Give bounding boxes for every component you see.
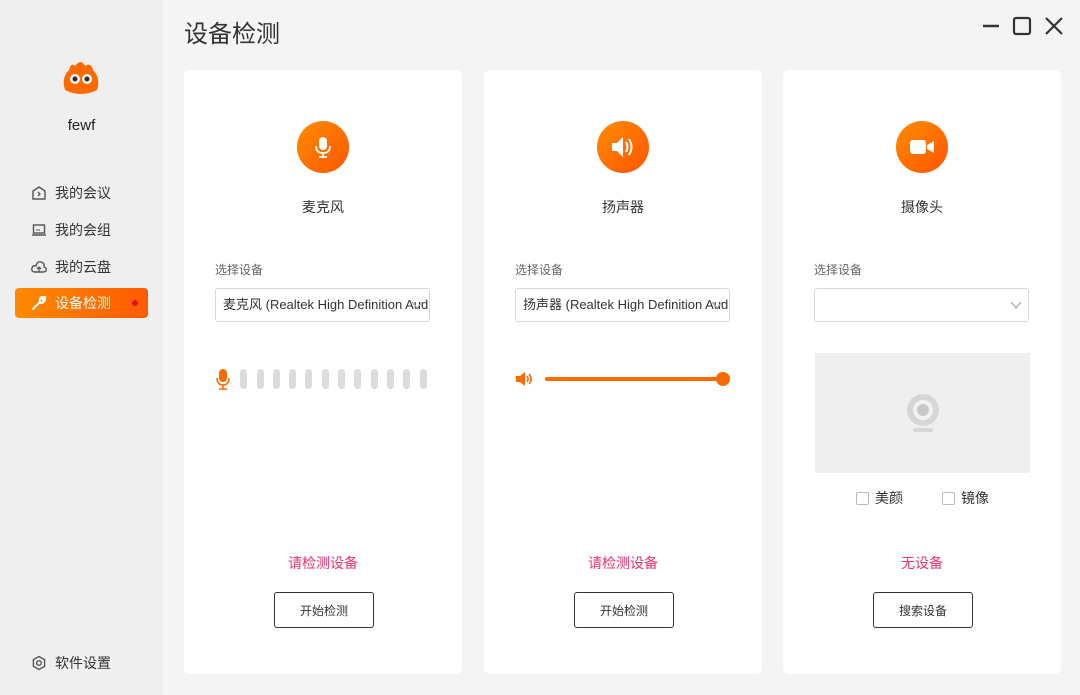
user-name: fewf xyxy=(0,117,163,134)
speaker-card: 扬声器 选择设备 扬声器 (Realtek High Definition Au… xyxy=(484,70,762,674)
speaker-select[interactable]: 扬声器 (Realtek High Definition Audio) xyxy=(515,288,730,322)
card-title: 麦克风 xyxy=(184,197,462,217)
meeting-icon xyxy=(31,185,47,201)
sidebar-item-label: 设备检测 xyxy=(55,293,111,313)
level-bar xyxy=(240,369,247,389)
volume-handle[interactable] xyxy=(716,372,730,386)
camera-select[interactable] xyxy=(814,288,1029,322)
sidebar-item-groups[interactable]: 我的会组 xyxy=(15,215,148,245)
start-speaker-test-button[interactable]: 开始检测 xyxy=(574,592,674,628)
sidebar-item-label: 软件设置 xyxy=(55,653,111,673)
status-text: 请检测设备 xyxy=(484,553,762,573)
level-bar xyxy=(403,369,410,389)
camera-icon xyxy=(896,121,948,173)
sidebar-item-label: 我的云盘 xyxy=(55,257,111,277)
sidebar-item-label: 我的会议 xyxy=(55,183,111,203)
level-bar xyxy=(257,369,264,389)
level-bar xyxy=(371,369,378,389)
chevron-down-icon xyxy=(711,299,723,311)
level-bar xyxy=(354,369,361,389)
cloud-upload-icon xyxy=(31,259,47,275)
minimize-button[interactable] xyxy=(979,14,1003,38)
start-mic-test-button[interactable]: 开始检测 xyxy=(274,592,374,628)
mic-level-meter xyxy=(215,368,427,390)
sidebar-item-label: 我的会组 xyxy=(55,220,111,240)
notification-dot xyxy=(132,300,138,306)
sidebar-item-settings[interactable]: 软件设置 xyxy=(15,648,148,678)
speaker-icon xyxy=(597,121,649,173)
gear-icon xyxy=(31,655,47,671)
status-text: 无设备 xyxy=(783,553,1061,573)
level-bar xyxy=(420,369,427,389)
microphone-select[interactable]: 麦克风 (Realtek High Definition Audio) xyxy=(215,288,430,322)
mic-small-icon xyxy=(215,368,231,390)
volume-slider[interactable] xyxy=(545,377,723,381)
checkbox-box[interactable] xyxy=(856,492,869,505)
page-title: 设备检测 xyxy=(184,14,280,49)
sidebar-item-device-check[interactable]: 设备检测 xyxy=(15,288,148,318)
card-title: 摄像头 xyxy=(783,197,1061,217)
sidebar: fewf 我的会议 我的会组 我的云盘 设备检测 软件设置 xyxy=(0,0,163,695)
sidebar-item-meetings[interactable]: 我的会议 xyxy=(15,178,148,208)
microphone-card: 麦克风 选择设备 麦克风 (Realtek High Definition Au… xyxy=(184,70,462,674)
chevron-down-icon xyxy=(411,299,423,311)
checkbox-label: 镜像 xyxy=(961,488,989,508)
level-bar xyxy=(322,369,329,389)
close-button[interactable] xyxy=(1042,14,1066,38)
microphone-icon xyxy=(297,121,349,173)
level-bar xyxy=(273,369,280,389)
maximize-button[interactable] xyxy=(1010,14,1034,38)
camera-preview xyxy=(815,353,1030,473)
checkbox-label: 美颜 xyxy=(875,488,903,508)
card-title: 扬声器 xyxy=(484,197,762,217)
select-label: 选择设备 xyxy=(215,261,263,278)
sidebar-item-cloud[interactable]: 我的云盘 xyxy=(15,252,148,282)
laptop-icon xyxy=(31,222,47,238)
status-text: 请检测设备 xyxy=(184,553,462,573)
camera-card: 摄像头 选择设备 美颜 镜像 无设备 搜索设备 xyxy=(783,70,1061,674)
select-label: 选择设备 xyxy=(814,261,862,278)
search-device-button[interactable]: 搜索设备 xyxy=(873,592,973,628)
level-bar xyxy=(387,369,394,389)
chevron-down-icon xyxy=(1010,299,1022,311)
mirror-checkbox[interactable]: 镜像 xyxy=(942,488,989,508)
wrench-icon xyxy=(31,295,47,311)
level-bar xyxy=(289,369,296,389)
volume-fill xyxy=(545,377,723,381)
selected-value: 扬声器 (Realtek High Definition Audio) xyxy=(523,297,730,312)
beauty-checkbox[interactable]: 美颜 xyxy=(856,488,903,508)
checkbox-box[interactable] xyxy=(942,492,955,505)
selected-value: 麦克风 (Realtek High Definition Audio) xyxy=(223,297,430,312)
volume-icon xyxy=(515,369,535,389)
webcam-icon xyxy=(905,393,941,433)
level-bar xyxy=(338,369,345,389)
app-logo xyxy=(61,60,101,96)
select-label: 选择设备 xyxy=(515,261,563,278)
level-bar xyxy=(305,369,312,389)
